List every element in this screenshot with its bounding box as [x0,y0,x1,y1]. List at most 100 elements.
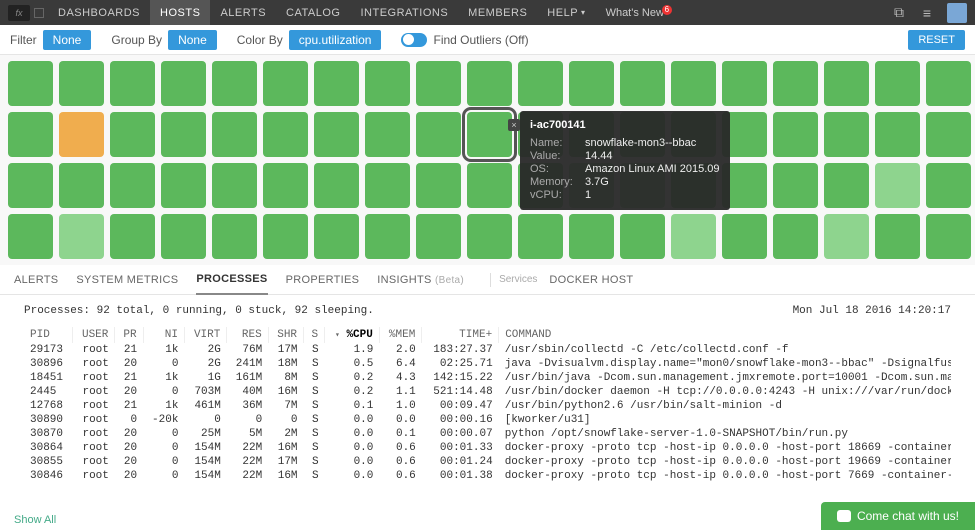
nav-alerts[interactable]: ALERTS [210,0,276,25]
host-cell[interactable] [875,112,920,157]
table-row[interactable]: 29173root211k2G76M17MS1.92.0183:27.37/us… [24,343,951,357]
host-cell[interactable] [212,214,257,259]
host-cell[interactable] [59,163,104,208]
host-cell[interactable] [824,112,869,157]
table-row[interactable]: 30870root20025M5M2MS0.00.100:00.07python… [24,427,951,441]
host-cell[interactable] [365,61,410,106]
column-header[interactable]: SHR [268,327,303,343]
tab-system-metrics[interactable]: SYSTEM METRICS [76,266,178,294]
host-cell[interactable] [314,214,359,259]
nav-help[interactable]: HELP ▾ [537,0,595,25]
host-cell[interactable] [8,112,53,157]
nav-dashboards[interactable]: DASHBOARDS [48,0,150,25]
column-header[interactable]: ▾ %CPU [325,327,380,343]
host-cell[interactable] [620,214,665,259]
host-cell[interactable] [59,112,104,157]
host-cell[interactable] [773,214,818,259]
host-cell[interactable] [263,163,308,208]
host-cell[interactable] [773,112,818,157]
host-cell[interactable] [773,163,818,208]
nav-members[interactable]: MEMBERS [458,0,537,25]
tab-properties[interactable]: PROPERTIES [286,266,360,294]
host-cell[interactable] [518,214,563,259]
table-row[interactable]: 30890root0-20k000S0.00.000:00.16[kworker… [24,413,951,427]
host-cell[interactable] [875,61,920,106]
menu-icon[interactable]: ≡ [918,4,936,22]
outliers-toggle[interactable] [401,33,427,47]
host-cell[interactable] [671,214,716,259]
table-row[interactable]: 2445root200703M40M16MS0.21.1521:14.48/us… [24,385,951,399]
host-cell[interactable] [926,163,971,208]
host-cell[interactable] [569,214,614,259]
table-row[interactable]: 30855root200154M22M17MS0.00.600:01.24doc… [24,455,951,469]
host-cell[interactable] [212,163,257,208]
nav-catalog[interactable]: CATALOG [276,0,350,25]
tab-docker-host[interactable]: DOCKER HOST [549,266,633,294]
column-header[interactable]: USER [72,327,114,343]
host-cell[interactable] [671,61,716,106]
filter-dropdown[interactable]: None [43,30,92,50]
host-cell[interactable] [467,112,512,157]
tab-insights[interactable]: INSIGHTS (Beta) [377,266,464,294]
host-cell[interactable] [620,61,665,106]
tooltip-close-icon[interactable]: × [508,119,520,131]
host-cell[interactable] [263,112,308,157]
host-cell[interactable] [110,112,155,157]
host-cell[interactable] [161,163,206,208]
host-cell[interactable] [365,112,410,157]
logo-icon[interactable]: fx [8,5,30,21]
column-header[interactable]: VIRT [184,327,226,343]
host-cell[interactable] [8,61,53,106]
host-cell[interactable] [416,112,461,157]
host-cell[interactable] [59,61,104,106]
host-cell[interactable] [518,61,563,106]
column-header[interactable]: COMMAND [499,327,951,343]
host-cell[interactable] [110,214,155,259]
host-cell[interactable] [161,61,206,106]
reset-button[interactable]: RESET [908,30,965,50]
host-cell[interactable] [467,163,512,208]
host-cell[interactable] [263,214,308,259]
whats-new-link[interactable]: What's New 6 [596,7,674,19]
app-switcher-icon[interactable] [34,8,44,18]
host-cell[interactable] [824,163,869,208]
table-row[interactable]: 30864root200154M22M16MS0.00.600:01.33doc… [24,441,951,455]
host-cell[interactable] [875,214,920,259]
host-cell[interactable] [365,214,410,259]
nav-hosts[interactable]: HOSTS [150,0,210,25]
nav-integrations[interactable]: INTEGRATIONS [350,0,458,25]
tab-alerts[interactable]: ALERTS [14,266,58,294]
host-cell[interactable] [110,61,155,106]
column-header[interactable]: PID [24,327,72,343]
host-cell[interactable] [416,214,461,259]
host-cell[interactable] [59,214,104,259]
host-cell[interactable] [824,61,869,106]
table-row[interactable]: 12768root211k461M36M7MS0.11.000:09.47/us… [24,399,951,413]
host-cell[interactable] [569,61,614,106]
host-cell[interactable] [8,163,53,208]
tab-processes[interactable]: PROCESSES [196,265,267,295]
host-cell[interactable] [926,214,971,259]
host-cell[interactable] [212,112,257,157]
table-row[interactable]: 18451root211k1G161M8MS0.24.3142:15.22/us… [24,371,951,385]
host-cell[interactable] [263,61,308,106]
groupby-dropdown[interactable]: None [168,30,217,50]
user-avatar[interactable] [947,3,967,23]
host-cell[interactable] [314,112,359,157]
host-cell[interactable] [161,214,206,259]
host-cell[interactable] [722,61,767,106]
host-cell[interactable] [161,112,206,157]
external-link-icon[interactable]: ⧉ [890,4,908,22]
table-row[interactable]: 30846root200154M22M16MS0.00.600:01.38doc… [24,469,951,483]
column-header[interactable]: NI [143,327,184,343]
colorby-dropdown[interactable]: cpu.utilization [289,30,382,50]
host-cell[interactable] [365,163,410,208]
host-cell[interactable] [416,61,461,106]
host-cell[interactable] [8,214,53,259]
host-cell[interactable] [467,214,512,259]
column-header[interactable]: TIME+ [422,327,499,343]
host-cell[interactable] [926,112,971,157]
host-cell[interactable] [314,61,359,106]
column-header[interactable]: RES [227,327,268,343]
host-cell[interactable] [212,61,257,106]
